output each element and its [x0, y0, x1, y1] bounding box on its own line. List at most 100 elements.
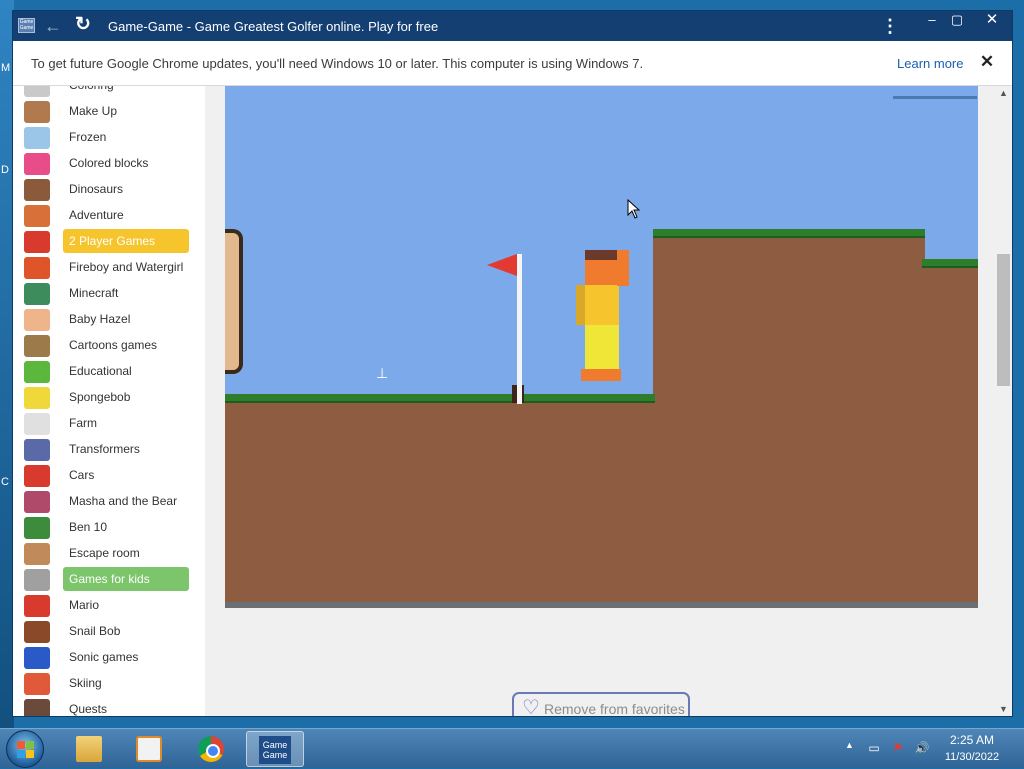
- grass-strip: [922, 259, 978, 268]
- game-side-panel[interactable]: [225, 229, 243, 374]
- two-player-icon: [24, 231, 50, 253]
- remove-from-favorites-button[interactable]: ♡ Remove from favorites: [512, 692, 690, 717]
- sidebar-item-label: Transformers: [69, 442, 140, 456]
- golfer-legs: [585, 325, 619, 369]
- sidebar-item[interactable]: Spongebob: [13, 385, 205, 411]
- cars-icon: [24, 465, 50, 487]
- sidebar-item[interactable]: Educational: [13, 359, 205, 385]
- sidebar-item-label: Skiing: [69, 676, 102, 690]
- sidebar-item[interactable]: Adventure: [13, 203, 205, 229]
- sidebar-item[interactable]: Masha and the Bear: [13, 489, 205, 515]
- sidebar-item-label: Snail Bob: [69, 624, 121, 638]
- escape-room-icon: [24, 543, 50, 565]
- learn-more-link[interactable]: Learn more: [897, 56, 963, 71]
- sidebar-item[interactable]: Games for kids: [13, 567, 205, 593]
- sidebar-item[interactable]: Baby Hazel: [13, 307, 205, 333]
- sidebar-item-label: Escape room: [69, 546, 140, 560]
- sidebar-item-label: Farm: [69, 416, 97, 430]
- sidebar-item[interactable]: Mario: [13, 593, 205, 619]
- game-bottom-edge: [225, 602, 978, 608]
- start-button[interactable]: [6, 730, 44, 768]
- scroll-up-icon[interactable]: ▲: [998, 86, 1009, 100]
- baby-hazel-icon: [24, 309, 50, 331]
- kebab-menu-icon[interactable]: ⋮: [881, 15, 899, 37]
- vertical-scrollbar[interactable]: ▲ ▼: [995, 86, 1012, 716]
- sidebar-item-label: Games for kids: [63, 567, 189, 591]
- sidebar-item-label: Ben 10: [69, 520, 108, 534]
- sidebar-item-label: Spongebob: [69, 390, 131, 404]
- sidebar-item[interactable]: Quests: [13, 697, 205, 716]
- explorer-button[interactable]: [64, 731, 114, 767]
- golfer-feet: [581, 369, 621, 381]
- sidebar-item[interactable]: Frozen: [13, 125, 205, 151]
- sidebar-item-label: Fireboy and Watergirl: [69, 260, 184, 274]
- network-icon[interactable]: ▭: [866, 740, 882, 756]
- action-center-icon[interactable]: ⚑: [890, 740, 906, 756]
- show-hidden-icons-icon[interactable]: ▲: [845, 740, 854, 750]
- sidebar-item[interactable]: Ben 10: [13, 515, 205, 541]
- media-player-button[interactable]: [124, 731, 174, 767]
- sidebar-item-label: Coloring: [63, 86, 189, 97]
- spongebob-icon: [24, 387, 50, 409]
- taskbar: Game Game ▲ ▭ ⚑ 🔊 2:25 AM 11/30/2022: [0, 728, 1024, 768]
- masha-icon: [24, 491, 50, 513]
- mario-icon: [24, 595, 50, 617]
- fireboy-icon: [24, 257, 50, 279]
- sidebar-item[interactable]: Dinosaurs: [13, 177, 205, 203]
- windows-logo-part: [26, 750, 34, 758]
- reload-icon[interactable]: ↻: [73, 15, 93, 35]
- close-icon[interactable]: ✕: [977, 52, 997, 72]
- back-arrow-icon[interactable]: ←: [43, 16, 63, 36]
- sidebar-item[interactable]: Sonic games: [13, 645, 205, 671]
- browser-window: Game Game ← ↻ Game-Game - Game Greatest …: [12, 10, 1013, 717]
- clock-date[interactable]: 11/30/2022: [942, 751, 1002, 763]
- favorites-label: Remove from favorites: [544, 701, 685, 717]
- sidebar-item[interactable]: Cartoons games: [13, 333, 205, 359]
- sidebar-item[interactable]: Colored blocks: [13, 151, 205, 177]
- sidebar-item[interactable]: Cars: [13, 463, 205, 489]
- chrome-button[interactable]: [186, 731, 236, 767]
- sidebar-item-label: Cars: [69, 468, 95, 482]
- grass-strip: [225, 394, 655, 403]
- mouse-pointer-icon: [627, 199, 641, 219]
- desktop-icon-label[interactable]: M: [1, 62, 10, 74]
- minimize-button[interactable]: –: [918, 11, 946, 31]
- educational-icon: [24, 361, 50, 383]
- sidebar-item-label: Educational: [69, 364, 132, 378]
- golfer-body: [585, 285, 619, 325]
- sidebar-item[interactable]: Skiing: [13, 671, 205, 697]
- sidebar-item-label: Frozen: [69, 130, 107, 144]
- transformers-icon: [24, 439, 50, 461]
- game-game-icon: Game Game: [259, 736, 291, 764]
- title-bar: Game Game ← ↻ Game-Game - Game Greatest …: [13, 11, 1012, 41]
- explorer-icon: [76, 736, 102, 762]
- sidebar-item[interactable]: Transformers: [13, 437, 205, 463]
- sidebar-item[interactable]: Fireboy and Watergirl: [13, 255, 205, 281]
- sidebar-item-label: Make Up: [69, 104, 118, 118]
- desktop-icon-label[interactable]: C: [1, 476, 9, 488]
- coloring-icon: [24, 86, 50, 97]
- sidebar-item-label: Adventure: [69, 208, 124, 222]
- sidebar-item[interactable]: Minecraft: [13, 281, 205, 307]
- sidebar-item[interactable]: Coloring: [13, 86, 205, 99]
- minecraft-icon: [24, 283, 50, 305]
- desktop-icon-label[interactable]: D: [1, 164, 9, 176]
- windows-logo-part: [17, 750, 25, 758]
- sidebar-item[interactable]: Make Up: [13, 99, 205, 125]
- close-button[interactable]: ✕: [971, 11, 1012, 31]
- sidebar-item[interactable]: 2 Player Games: [13, 229, 205, 255]
- sidebar-item[interactable]: Farm: [13, 411, 205, 437]
- cloud-decoration: [893, 86, 977, 99]
- scroll-down-icon[interactable]: ▼: [998, 702, 1009, 716]
- sidebar-item-label: Sonic games: [69, 650, 139, 664]
- sidebar-item[interactable]: Snail Bob: [13, 619, 205, 645]
- lower-ground: [225, 394, 655, 608]
- sidebar-item[interactable]: Escape room: [13, 541, 205, 567]
- kids-icon: [24, 569, 50, 591]
- clock-time[interactable]: 2:25 AM: [942, 733, 1002, 747]
- game-game-button[interactable]: Game Game: [246, 731, 304, 767]
- scrollbar-thumb[interactable]: [997, 254, 1010, 386]
- volume-icon[interactable]: 🔊: [914, 740, 930, 756]
- maximize-button[interactable]: ▢: [943, 11, 971, 31]
- game-canvas[interactable]: ⊥: [225, 86, 978, 608]
